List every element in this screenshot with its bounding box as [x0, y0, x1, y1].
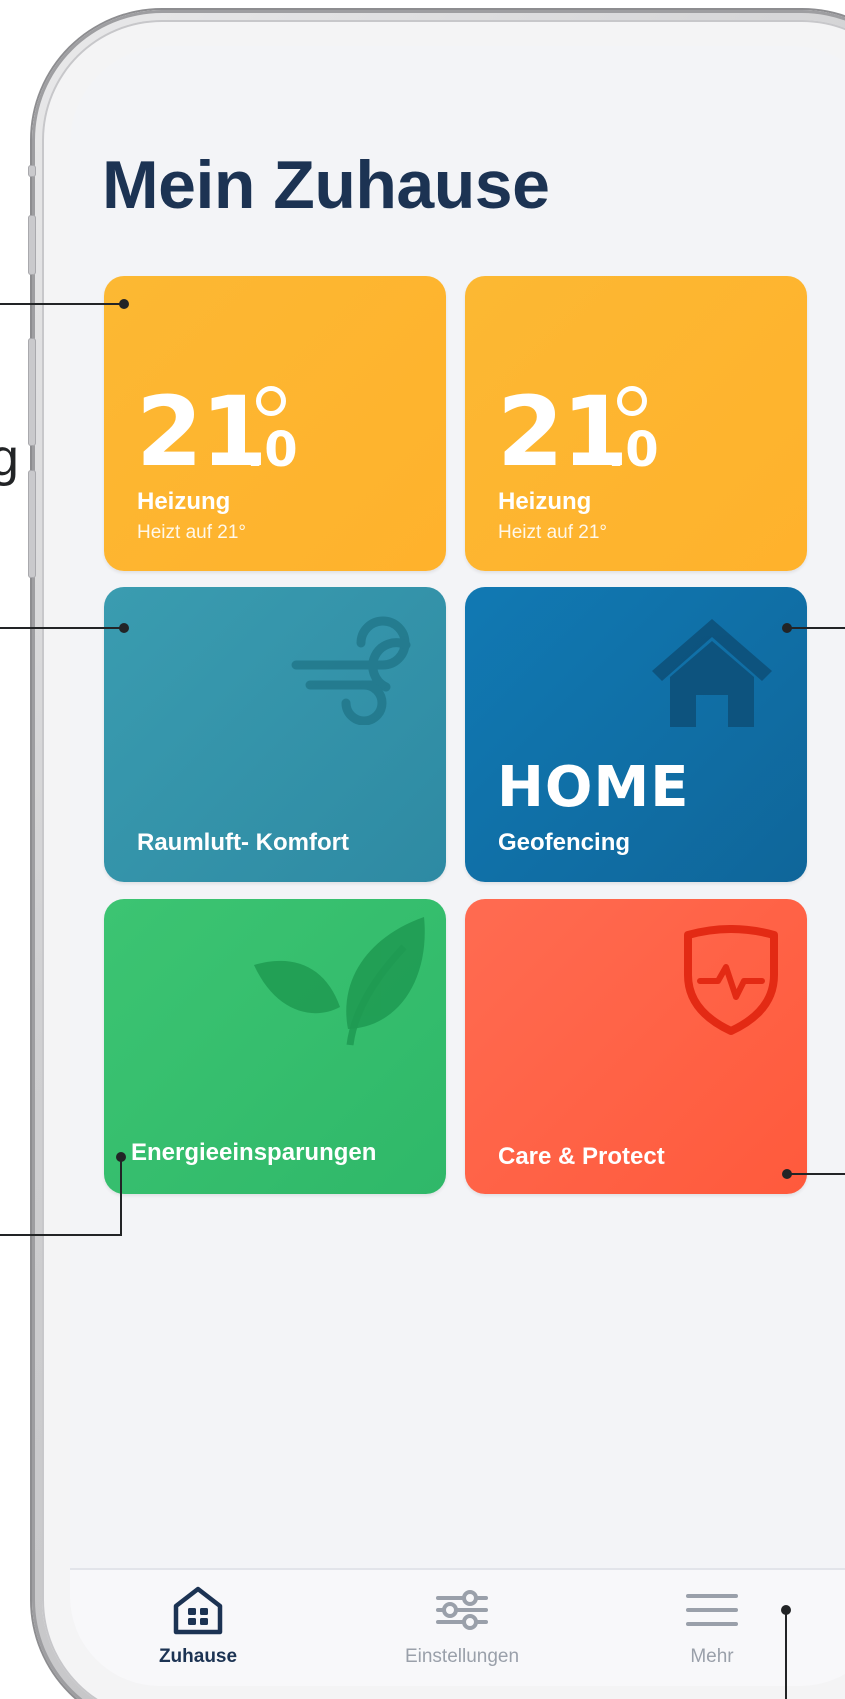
callout-dot-air — [119, 623, 129, 633]
annotation-cropped-text: g — [0, 429, 19, 487]
energy-savings-tile[interactable]: Energieeinsparungen — [104, 899, 446, 1194]
air-comfort-tile[interactable]: Raumluft- Komfort — [104, 587, 446, 882]
tab-bar: Zuhause Einstellungen Mehr — [70, 1568, 845, 1686]
geofencing-tile[interactable]: HOME Geofencing — [465, 587, 807, 882]
heating-tile-2[interactable]: 21 .0 Heizung Heizt auf 21° — [465, 276, 807, 571]
wind-icon — [291, 616, 411, 725]
geofencing-mode: HOME — [497, 755, 690, 820]
shield-heartbeat-icon — [684, 925, 778, 1035]
tab-label: Zuhause — [158, 1646, 238, 1667]
phone-volume-down-button — [28, 470, 36, 578]
stage: g Mein Zuhause 21 .0 Heizung Heizt auf 2… — [0, 0, 845, 1699]
tile-label: Heizung — [498, 488, 592, 515]
phone-side-button-top — [28, 215, 36, 275]
tab-zuhause[interactable]: Zuhause — [108, 1584, 288, 1668]
temperature-decimal: .0 — [607, 422, 659, 478]
tile-status: Heizt auf 21° — [137, 522, 246, 543]
phone-volume-up-button — [28, 338, 36, 446]
house-icon — [652, 619, 772, 727]
callout-dot-care — [782, 1169, 792, 1179]
degree-symbol — [617, 386, 647, 416]
tile-label: Energieeinsparungen — [131, 1139, 377, 1166]
heating-tile-1[interactable]: 21 .0 Heizung Heizt auf 21° — [104, 276, 446, 571]
callout-dot-tabbar — [781, 1605, 791, 1615]
phone-mute-switch — [28, 165, 36, 177]
tab-label: Einstellungen — [404, 1646, 520, 1667]
temperature-decimal: .0 — [246, 422, 298, 478]
tile-label: Geofencing — [498, 829, 631, 856]
tile-status: Heizt auf 21° — [498, 522, 607, 543]
callout-dot-energy — [116, 1152, 126, 1162]
tab-label: Mehr — [690, 1646, 734, 1667]
home-grid-icon — [173, 1586, 223, 1635]
callout-line-geofencing — [786, 627, 845, 629]
tab-mehr[interactable]: Mehr — [622, 1584, 802, 1668]
leaf-icon — [254, 917, 425, 1046]
tab-einstellungen[interactable]: Einstellungen — [372, 1584, 552, 1668]
callout-line-heating — [0, 303, 124, 305]
degree-symbol — [256, 386, 286, 416]
sliders-icon — [436, 1590, 488, 1630]
callout-line-energy-vertical — [120, 1157, 122, 1236]
tile-label: Heizung — [137, 488, 231, 515]
care-protect-tile[interactable]: Care & Protect — [465, 899, 807, 1194]
callout-line-energy-horizontal — [0, 1234, 122, 1236]
callout-line-air — [0, 627, 124, 629]
tile-label: Care & Protect — [498, 1143, 665, 1170]
page-title: Mein Zuhause — [102, 147, 550, 223]
callout-dot-heating — [119, 299, 129, 309]
tile-label: Raumluft- Komfort — [137, 829, 349, 856]
menu-icon — [686, 1594, 738, 1626]
callout-line-care — [786, 1173, 845, 1175]
callout-line-tabbar — [785, 1610, 787, 1699]
app-screen: Mein Zuhause 21 .0 Heizung Heizt auf 21°… — [70, 46, 845, 1686]
callout-dot-geofencing — [782, 623, 792, 633]
